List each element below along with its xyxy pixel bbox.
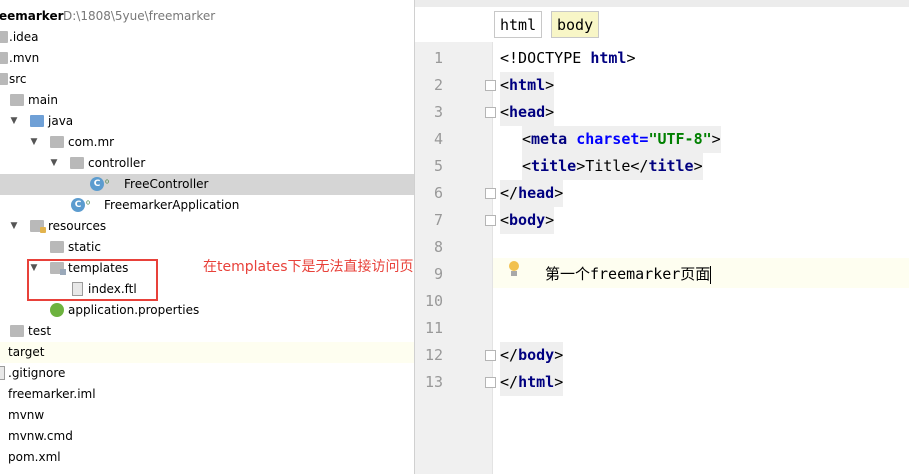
file-icon xyxy=(0,366,5,380)
tree-item-label: target xyxy=(8,345,45,359)
spring-leaf-icon xyxy=(50,303,64,317)
code-line-6: </head> xyxy=(500,180,564,207)
tree-item-resources[interactable]: ▼ resources xyxy=(0,216,414,237)
breadcrumb-html[interactable]: html xyxy=(494,11,543,38)
tree-item-src[interactable]: src xyxy=(0,69,414,90)
breadcrumb-body[interactable]: body xyxy=(551,11,600,38)
line-number: 3 xyxy=(433,103,443,121)
tree-item-freemarker-iml[interactable]: freemarker.iml xyxy=(0,384,414,405)
tree-item-label: FreemarkerApplication xyxy=(104,198,240,212)
lock-icon: ⁰ xyxy=(105,179,110,190)
tree-item-label: mvnw xyxy=(8,408,45,422)
tree-item-application-properties[interactable]: application.properties xyxy=(0,300,414,321)
code-editor[interactable]: html body 1 2 3 4 5 6 7 8 9 10 11 12 13 … xyxy=(414,0,909,474)
tree-item-label: src xyxy=(9,72,27,86)
folder-icon xyxy=(0,52,8,64)
lightbulb-icon[interactable] xyxy=(507,261,521,279)
folder-icon xyxy=(50,241,64,253)
line-number: 1 xyxy=(433,49,443,67)
chevron-down-icon[interactable]: ▼ xyxy=(8,111,20,132)
resources-folder-icon xyxy=(30,220,46,233)
code-line-9: 第一个freemarker页面 xyxy=(545,265,712,284)
line-number: 10 xyxy=(424,292,443,310)
tree-item-label: mvnw.cmd xyxy=(8,429,73,443)
tree-item-main[interactable]: main xyxy=(0,90,414,111)
code-line-2: <html> xyxy=(500,72,555,99)
project-path: D:\1808\5yue\freemarker xyxy=(63,9,216,23)
tree-item-label: main xyxy=(28,93,58,107)
tree-item-label: test xyxy=(28,324,52,338)
tree-item-freecontroller[interactable]: C ⁰ FreeController xyxy=(0,174,414,195)
tree-item-target[interactable]: target xyxy=(0,342,414,363)
source-folder-icon xyxy=(30,115,44,127)
tree-item-com-mr[interactable]: ▼ com.mr xyxy=(0,132,414,153)
text-caret xyxy=(710,265,712,284)
folder-icon xyxy=(0,73,8,85)
fold-marker[interactable] xyxy=(485,107,496,118)
project-tree: eemarker D:\1808\5yue\freemarker .idea .… xyxy=(0,0,414,474)
line-number: 6 xyxy=(433,184,443,202)
code-line-7: <body> xyxy=(500,207,555,234)
folder-icon xyxy=(10,325,24,337)
line-number: 11 xyxy=(424,319,443,337)
tree-item-label: .gitignore xyxy=(8,366,66,380)
tree-item-mvn[interactable]: .mvn xyxy=(0,48,414,69)
tree-item-controller[interactable]: ▼ controller xyxy=(0,153,414,174)
tree-item-test[interactable]: test xyxy=(0,321,414,342)
breadcrumb: html body xyxy=(415,7,909,42)
line-number: 2 xyxy=(433,76,443,94)
code-line-5: <title>Title</title> xyxy=(522,153,703,180)
tree-item-label: .mvn xyxy=(9,51,40,65)
tree-item-mvnw-cmd[interactable]: mvnw.cmd xyxy=(0,426,414,447)
package-icon xyxy=(70,157,84,169)
tree-item-label: FreeController xyxy=(124,177,209,191)
line-number: 4 xyxy=(433,130,443,148)
tree-item-label: controller xyxy=(88,156,146,170)
annotation-text: 在templates下是无法直接访问页面 xyxy=(203,259,414,275)
line-number: 12 xyxy=(424,346,443,364)
code-line-12: </body> xyxy=(500,342,564,369)
tree-item-gitignore[interactable]: .gitignore xyxy=(0,363,414,384)
line-number: 9 xyxy=(433,265,443,283)
tree-item-pom-xml[interactable]: pom.xml xyxy=(0,447,414,468)
lock-icon: ⁰ xyxy=(86,200,91,211)
tree-item-label: .idea xyxy=(9,30,39,44)
line-number: 5 xyxy=(433,157,443,175)
code-line-4: <meta charset="UTF-8"> xyxy=(522,126,721,153)
spring-boot-class-icon: C xyxy=(71,198,85,212)
folder-icon xyxy=(10,94,24,106)
tree-item-label: freemarker.iml xyxy=(8,387,96,401)
tree-item-label: pom.xml xyxy=(8,450,61,464)
line-number: 8 xyxy=(433,238,443,256)
folder-icon xyxy=(0,31,8,43)
chevron-down-icon[interactable]: ▼ xyxy=(28,132,40,153)
tree-item-java[interactable]: ▼ java xyxy=(0,111,414,132)
tree-item-idea[interactable]: .idea xyxy=(0,27,414,48)
project-name: eemarker xyxy=(0,9,64,23)
chevron-down-icon[interactable]: ▼ xyxy=(8,216,20,237)
line-number: 13 xyxy=(424,373,443,391)
tree-item-label: static xyxy=(68,240,101,254)
tree-item-static[interactable]: static xyxy=(0,237,414,258)
tree-item-freemarkerapplication[interactable]: C ⁰ FreemarkerApplication xyxy=(0,195,414,216)
class-icon: C xyxy=(90,177,104,191)
line-number: 7 xyxy=(433,211,443,229)
package-icon xyxy=(50,136,64,148)
fold-marker[interactable] xyxy=(485,80,496,91)
tree-item-label: com.mr xyxy=(68,135,115,149)
fold-marker[interactable] xyxy=(485,188,496,199)
tree-item-label: java xyxy=(48,114,74,128)
tree-item-label: resources xyxy=(48,219,107,233)
code-line-3: <head> xyxy=(500,99,555,126)
highlight-box xyxy=(27,259,158,301)
code-line-13: </html> xyxy=(500,369,564,396)
fold-marker[interactable] xyxy=(485,215,496,226)
chevron-down-icon[interactable]: ▼ xyxy=(48,153,60,174)
tree-item-label: application.properties xyxy=(68,303,200,317)
fold-marker[interactable] xyxy=(485,377,496,388)
project-root[interactable]: eemarker D:\1808\5yue\freemarker xyxy=(0,6,414,27)
code-line-1: <!DOCTYPE html> xyxy=(500,49,636,67)
tree-item-mvnw[interactable]: mvnw xyxy=(0,405,414,426)
fold-marker[interactable] xyxy=(485,350,496,361)
